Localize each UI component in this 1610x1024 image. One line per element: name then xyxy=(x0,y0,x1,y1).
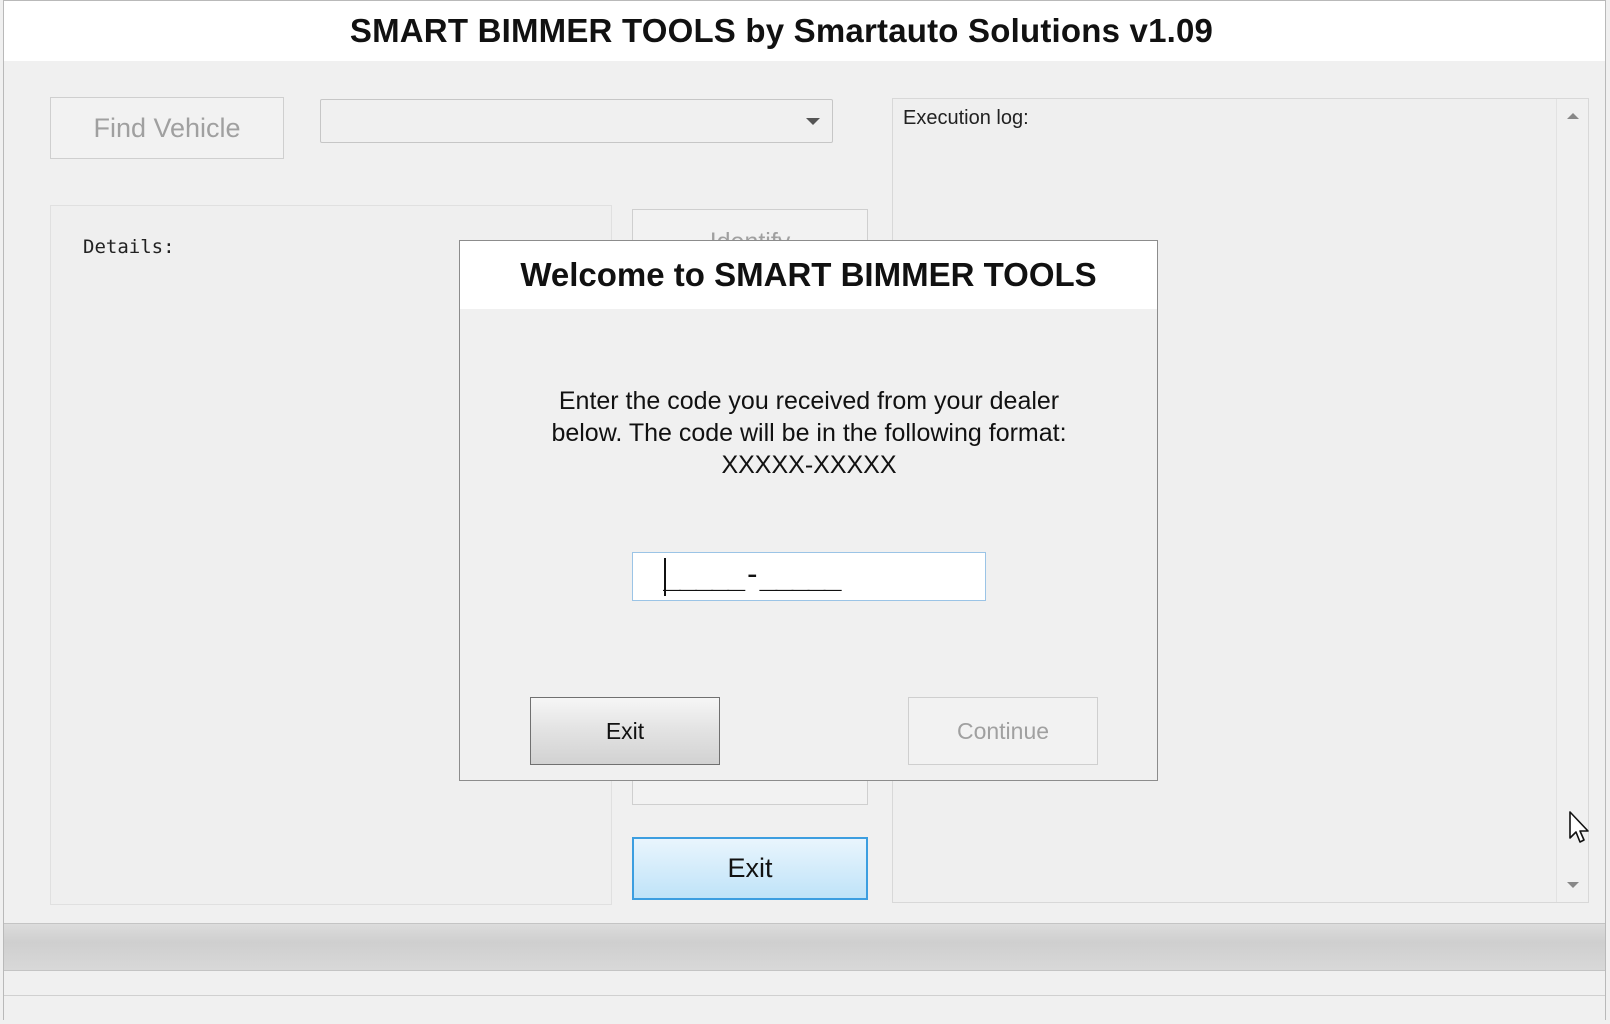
find-vehicle-button[interactable]: Find Vehicle xyxy=(50,97,284,159)
chevron-down-icon[interactable] xyxy=(806,118,820,125)
mouse-pointer-icon xyxy=(1569,811,1589,843)
scroll-down-arrow-icon[interactable] xyxy=(1567,882,1579,888)
welcome-dialog: Welcome to SMART BIMMER TOOLS Enter the … xyxy=(459,240,1158,781)
scroll-up-arrow-icon[interactable] xyxy=(1567,113,1579,119)
vehicle-select[interactable] xyxy=(320,99,833,143)
dialog-continue-button[interactable]: Continue xyxy=(908,697,1098,765)
app-window: SMART BIMMER TOOLS by Smartauto Solution… xyxy=(3,0,1606,1021)
dialog-message-line: Enter the code you received from your de… xyxy=(558,387,1060,415)
title-bar: SMART BIMMER TOOLS by Smartauto Solution… xyxy=(4,1,1605,61)
code-input-mask: _____-_____ xyxy=(663,557,842,592)
code-format-hint: XXXXX-XXXXX xyxy=(721,451,897,479)
dialog-title: Welcome to SMART BIMMER TOOLS xyxy=(460,241,1157,309)
log-scrollbar[interactable] xyxy=(1556,99,1588,902)
progress-bar xyxy=(4,923,1605,971)
details-label: Details: xyxy=(83,236,175,258)
status-bar xyxy=(4,995,1605,1021)
window-title: SMART BIMMER TOOLS by Smartauto Solution… xyxy=(349,12,1214,49)
activation-code-input[interactable]: _____-_____ xyxy=(632,552,986,601)
dialog-exit-button[interactable]: Exit xyxy=(530,697,720,765)
text-caret xyxy=(664,558,666,596)
exit-button[interactable]: Exit xyxy=(632,837,868,900)
dialog-message-line: below. The code will be in the following… xyxy=(551,419,1067,447)
dialog-message: Enter the code you received from your de… xyxy=(480,385,1138,481)
execution-log-label: Execution log: xyxy=(903,107,1029,129)
